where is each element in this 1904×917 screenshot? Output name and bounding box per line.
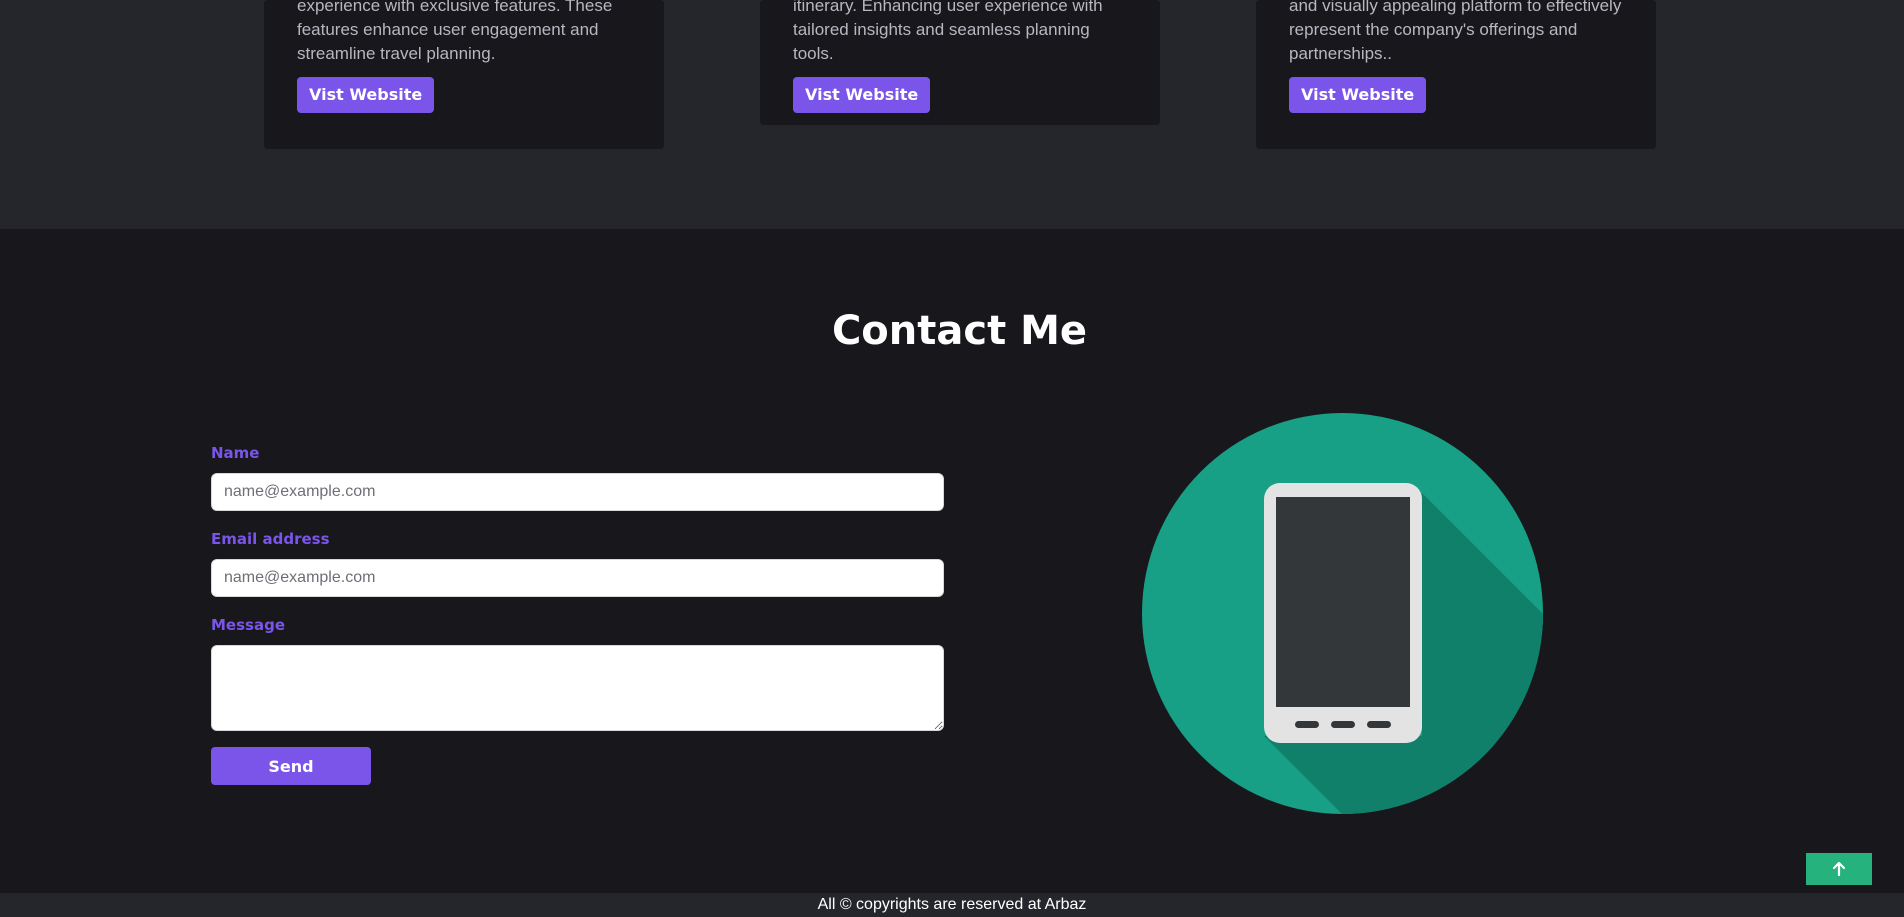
project-description-line: and visually appealing platform to effec… <box>1289 0 1622 15</box>
projects-section: experience with exclusive features. Thes… <box>0 0 1904 229</box>
project-card: itinerary. Enhancing user experience wit… <box>760 0 1160 125</box>
message-textarea[interactable] <box>211 645 944 731</box>
email-label: Email address <box>211 530 330 548</box>
copyright-text: All © copyrights are reserved at Arbaz <box>817 896 1087 913</box>
project-description-line: represent the company's offerings and <box>1289 20 1578 39</box>
name-input[interactable] <box>211 473 944 511</box>
project-card: and visually appealing platform to effec… <box>1256 0 1656 149</box>
send-button[interactable]: Send <box>211 747 371 785</box>
page: experience with exclusive features. Thes… <box>0 0 1904 917</box>
project-card: experience with exclusive features. Thes… <box>264 0 664 149</box>
visit-website-button[interactable]: Vist Website <box>793 77 931 113</box>
footer: All © copyrights are reserved at Arbaz <box>0 893 1904 917</box>
project-description: experience with exclusive features. Thes… <box>297 0 631 66</box>
name-label: Name <box>211 444 260 462</box>
project-description-line: partnerships.. <box>1289 44 1392 63</box>
project-description-line: experience with exclusive features. Thes… <box>297 0 613 15</box>
contact-title: Contact Me <box>831 308 1088 354</box>
arrow-up-icon <box>1832 861 1846 877</box>
visit-website-button[interactable]: Vist Website <box>297 77 435 113</box>
project-description: itinerary. Enhancing user experience wit… <box>793 0 1127 66</box>
project-description-line: itinerary. Enhancing user experience wit… <box>793 0 1103 15</box>
project-description: and visually appealing platform to effec… <box>1289 0 1623 66</box>
project-description-line: tailored insights and seamless planning … <box>793 20 1090 63</box>
project-description-line: features enhance user engagement and <box>297 20 599 39</box>
visit-website-button[interactable]: Vist Website <box>1289 77 1427 113</box>
scroll-to-top-button[interactable] <box>1806 853 1872 885</box>
message-label: Message <box>211 616 285 634</box>
project-description-line: streamline travel planning. <box>297 44 496 63</box>
email-input[interactable] <box>211 559 944 597</box>
smartphone-icon <box>1142 413 1543 814</box>
